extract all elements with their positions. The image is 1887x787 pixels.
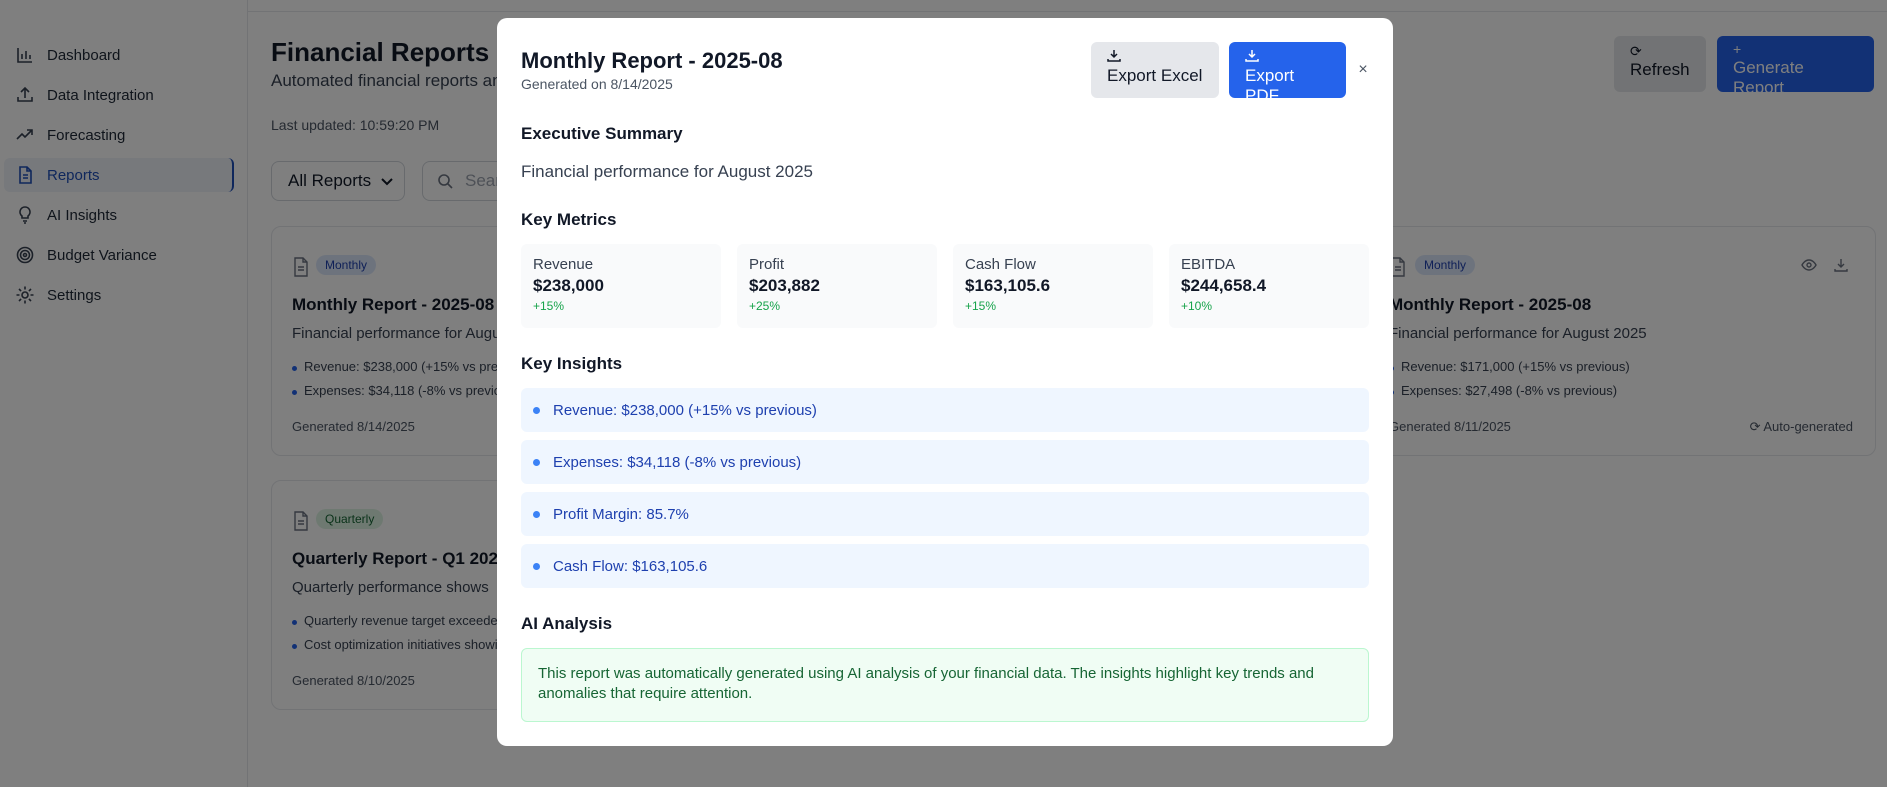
executive-summary-text: Financial performance for August 2025 [521, 162, 814, 181]
close-icon[interactable]: × [1355, 62, 1371, 78]
insight-text: Expenses: $34,118 (-8% vs previous) [553, 453, 802, 471]
bullet-icon [533, 406, 540, 414]
export-excel-label: Export Excel [1107, 66, 1203, 85]
insight-item: Expenses: $34,118 (-8% vs previous) [521, 440, 1369, 484]
metric-label: Cash Flow [965, 256, 1036, 273]
metric-change: +25% [749, 299, 781, 313]
key-insights-heading: Key Insights [521, 354, 623, 373]
metric-change: +15% [533, 299, 565, 313]
ai-analysis-heading: AI Analysis [521, 614, 613, 633]
insight-text: Cash Flow: $163,105.6 [553, 557, 708, 575]
metric-label: Revenue [533, 256, 594, 273]
export-excel-button[interactable]: Export Excel [1091, 42, 1219, 98]
ai-analysis-text: This report was automatically generated … [521, 648, 1369, 722]
metric-value: $244,658.4 [1181, 276, 1267, 295]
bullet-icon [533, 510, 540, 518]
bullet-icon [533, 458, 540, 466]
report-modal: Monthly Report - 2025-08 Generated on 8/… [497, 18, 1393, 746]
metric-card-revenue: Revenue $238,000 +15% [521, 244, 721, 328]
key-metrics-heading: Key Metrics [521, 210, 617, 229]
download-icon [1107, 48, 1203, 66]
key-metrics-grid: Revenue $238,000 +15% Profit $203,882 +2… [521, 244, 1369, 328]
insight-item: Cash Flow: $163,105.6 [521, 544, 1369, 588]
metric-value: $238,000 [533, 276, 604, 295]
metric-value: $203,882 [749, 276, 820, 295]
metric-card-cash-flow: Cash Flow $163,105.6 +15% [953, 244, 1153, 328]
modal-title: Monthly Report - 2025-08 [521, 48, 783, 73]
export-pdf-button[interactable]: Export PDF [1229, 42, 1346, 105]
modal-generated-date: Generated on 8/14/2025 [521, 76, 673, 92]
insight-text: Revenue: $238,000 (+15% vs previous) [553, 401, 817, 419]
insight-item: Profit Margin: 85.7% [521, 492, 1369, 536]
key-insights-list: Revenue: $238,000 (+15% vs previous) Exp… [521, 388, 1369, 596]
metric-value: $163,105.6 [965, 276, 1051, 295]
executive-summary-heading: Executive Summary [521, 124, 683, 143]
metric-card-profit: Profit $203,882 +25% [737, 244, 937, 328]
export-pdf-label: Export PDF [1245, 66, 1295, 105]
metric-change: +15% [965, 299, 997, 313]
download-icon [1245, 48, 1330, 66]
metric-label: EBITDA [1181, 256, 1236, 273]
metric-change: +10% [1181, 299, 1213, 313]
insight-text: Profit Margin: 85.7% [553, 505, 689, 523]
metric-card-ebitda: EBITDA $244,658.4 +10% [1169, 244, 1369, 328]
insight-item: Revenue: $238,000 (+15% vs previous) [521, 388, 1369, 432]
bullet-icon [533, 562, 540, 570]
metric-label: Profit [749, 256, 785, 273]
